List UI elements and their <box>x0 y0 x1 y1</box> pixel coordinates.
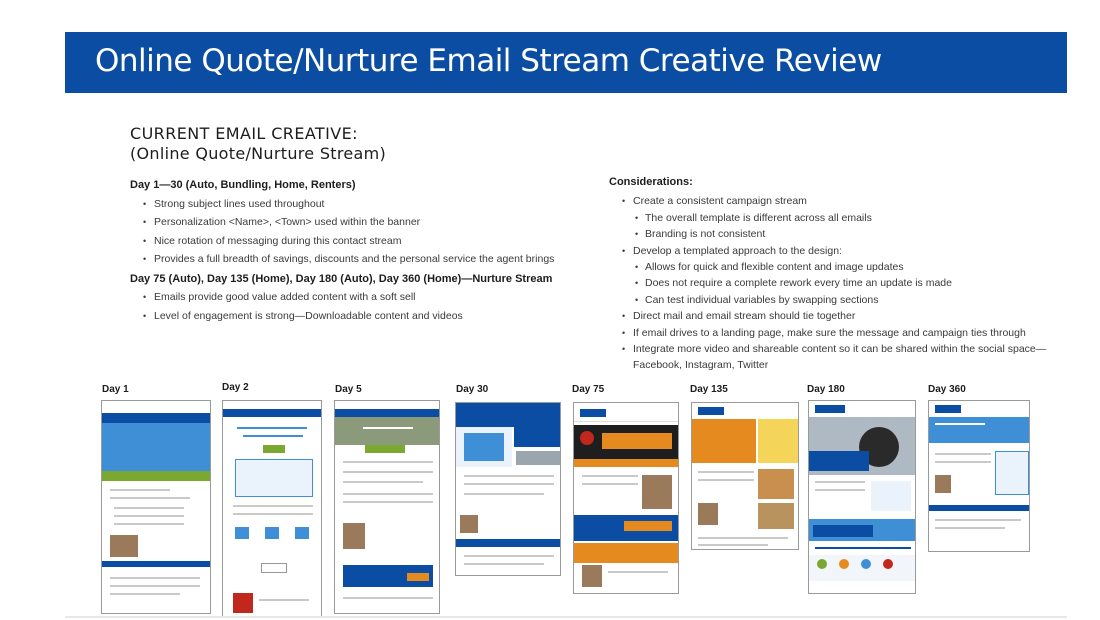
list-item: Branding is not consistent <box>609 226 1053 243</box>
section1-title: Day 1—30 (Auto, Bundling, Home, Renters) <box>130 179 356 191</box>
email-thumbnail-day75 <box>573 402 679 594</box>
list-item: Develop a templated approach to the desi… <box>609 243 1053 260</box>
day-label: Day 75 <box>572 384 605 395</box>
email-thumbnail-day1 <box>101 400 211 614</box>
list-item: Integrate more video and shareable conte… <box>609 341 1053 374</box>
considerations-title: Considerations: <box>609 176 693 188</box>
list-item: The overall template is different across… <box>609 210 1053 227</box>
heading-line-1: CURRENT EMAIL CREATIVE: <box>130 124 358 143</box>
email-thumbnail-day30 <box>455 402 561 576</box>
list-item: Strong subject lines used throughout <box>130 195 554 214</box>
list-item: Direct mail and email stream should tie … <box>609 308 1053 325</box>
email-thumbnail-day180 <box>808 400 916 594</box>
day-label: Day 30 <box>456 384 489 395</box>
list-item: If email drives to a landing page, make … <box>609 325 1053 342</box>
section2-list: Emails provide good value added content … <box>130 288 554 325</box>
list-item: Emails provide good value added content … <box>130 288 554 307</box>
list-item: Level of engagement is strong—Downloadab… <box>130 307 554 326</box>
day-label: Day 180 <box>807 384 845 395</box>
email-thumbnail-day2 <box>222 400 322 618</box>
title-banner: Online Quote/Nurture Email Stream Creati… <box>65 32 1067 93</box>
current-creative-notes: Day 1—30 (Auto, Bundling, Home, Renters)… <box>130 176 554 325</box>
list-item: Allows for quick and flexible content an… <box>609 259 1053 276</box>
email-thumbnail-day5 <box>334 400 440 614</box>
email-thumbnail-day135 <box>691 402 799 550</box>
section-heading: CURRENT EMAIL CREATIVE: (Online Quote/Nu… <box>130 124 386 164</box>
heading-line-2: (Online Quote/Nurture Stream) <box>130 144 387 163</box>
section2-title: Day 75 (Auto), Day 135 (Home), Day 180 (… <box>130 272 553 285</box>
day-label: Day 5 <box>335 384 362 395</box>
section1-list: Strong subject lines used throughout Per… <box>130 195 554 269</box>
day-label: Day 360 <box>928 384 966 395</box>
footer-divider <box>65 616 1067 618</box>
list-item: Personalization <Name>, <Town> used with… <box>130 213 554 232</box>
page-title: Online Quote/Nurture Email Stream Creati… <box>95 43 882 79</box>
list-item: Can test individual variables by swappin… <box>609 292 1053 309</box>
considerations: Considerations: Create a consistent camp… <box>609 174 1053 374</box>
day-label: Day 135 <box>690 384 728 395</box>
list-item: Does not require a complete rework every… <box>609 275 1053 292</box>
day-label: Day 2 <box>222 382 249 393</box>
list-item: Create a consistent campaign stream <box>609 193 1053 210</box>
email-thumbnail-day360 <box>928 400 1030 552</box>
list-item: Nice rotation of messaging during this c… <box>130 232 554 251</box>
list-item: Provides a full breadth of savings, disc… <box>130 250 554 269</box>
day-label: Day 1 <box>102 384 129 395</box>
considerations-list: Create a consistent campaign stream The … <box>609 193 1053 373</box>
